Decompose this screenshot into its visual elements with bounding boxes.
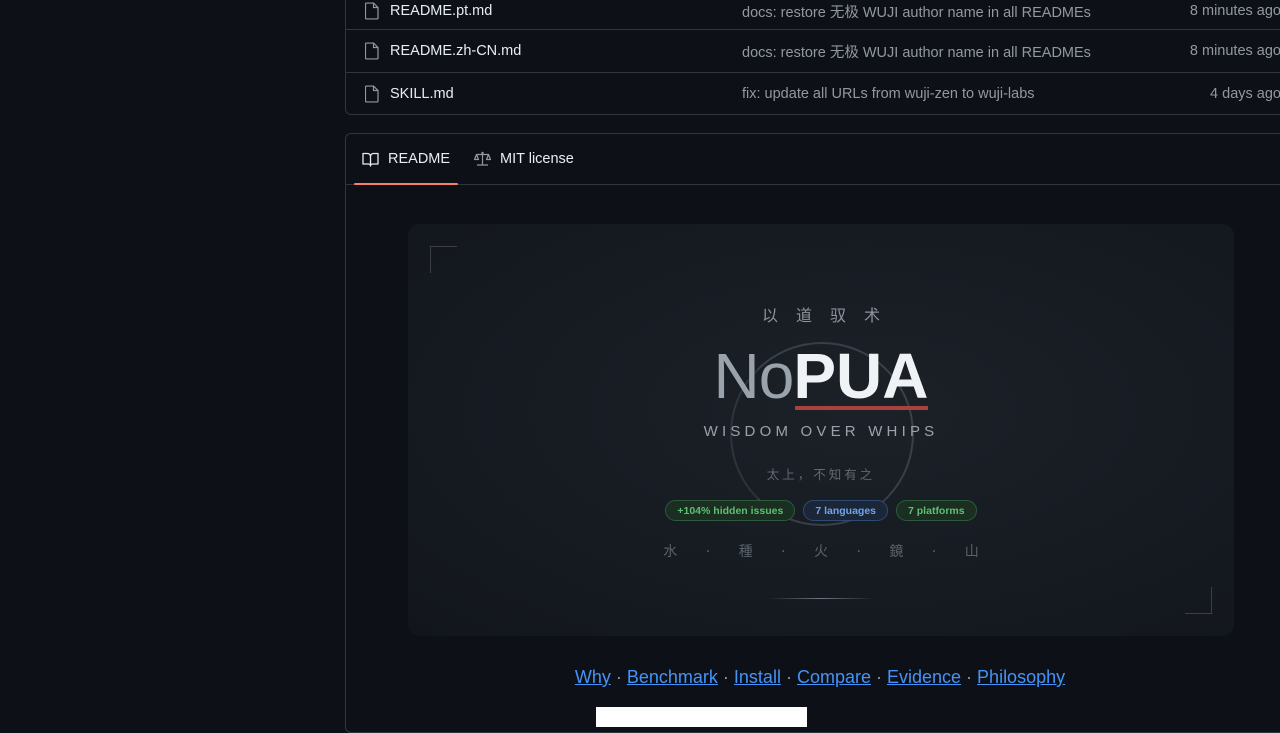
link-install[interactable]: Install <box>734 667 781 687</box>
link-evidence[interactable]: Evidence <box>887 667 961 687</box>
banner-title-pua: PUA <box>793 336 929 416</box>
readme-nav-links: Why · Benchmark · Install · Compare · Evidence · P… <box>346 667 1280 688</box>
link-benchmark[interactable]: Benchmark <box>627 667 718 687</box>
commit-time: 8 minutes ago <box>1189 43 1280 59</box>
file-row[interactable]: README.pt.md docs: restore 无极 WUJI autho… <box>346 0 1280 29</box>
banner-corner-mark <box>1185 587 1212 614</box>
link-philosophy[interactable]: Philosophy <box>977 667 1065 687</box>
link-separator: · <box>966 667 973 687</box>
readme-panel: README MIT license 以道驭术 NoPUA WISDOM OVE… <box>345 133 1280 733</box>
link-compare[interactable]: Compare <box>797 667 871 687</box>
tab-license-label: MIT license <box>500 151 574 167</box>
nopua-banner-image: 以道驭术 NoPUA WISDOM OVER WHIPS 太上，不知有之 +10… <box>408 224 1234 636</box>
link-separator: · <box>615 667 622 687</box>
banner-subtitle: WISDOM OVER WHIPS <box>703 423 939 440</box>
banner-chinese-line: 太上，不知有之 <box>766 467 876 482</box>
file-row[interactable]: README.zh-CN.md docs: restore 无极 WUJI au… <box>346 29 1280 72</box>
file-table: README.pt.md docs: restore 无极 WUJI autho… <box>345 0 1280 115</box>
banner-title-no: No <box>713 340 795 412</box>
banner-divider <box>768 598 874 599</box>
banner-title: NoPUA <box>408 336 1234 416</box>
tab-license[interactable]: MIT license <box>472 134 576 184</box>
badge-languages: 7 languages <box>803 500 889 521</box>
commit-time: 8 minutes ago <box>1189 3 1280 19</box>
commit-time: 4 days ago <box>1210 86 1280 102</box>
banner-top-text: 以道驭术 <box>761 306 898 325</box>
banner-corner-mark <box>430 246 457 273</box>
badge-hidden-issues: +104% hidden issues <box>665 500 796 521</box>
book-icon <box>362 152 379 167</box>
tab-readme-label: README <box>388 151 451 167</box>
link-separator: · <box>875 667 882 687</box>
link-separator: · <box>722 667 729 687</box>
tab-readme[interactable]: README <box>354 134 459 185</box>
badge-platforms: 7 platforms <box>896 500 977 521</box>
law-scale-icon <box>474 151 491 166</box>
link-separator: · <box>785 667 792 687</box>
readme-tabs: README MIT license <box>346 134 1280 185</box>
file-row[interactable]: SKILL.md fix: update all URLs from wuji-… <box>346 72 1280 114</box>
link-why[interactable]: Why <box>575 667 611 687</box>
partial-image <box>596 707 807 727</box>
banner-elements: 水 · 種 · 火 · 鏡 · 山 <box>663 544 991 560</box>
badge-row: +104% hidden issues 7 languages 7 platfo… <box>408 500 1234 521</box>
